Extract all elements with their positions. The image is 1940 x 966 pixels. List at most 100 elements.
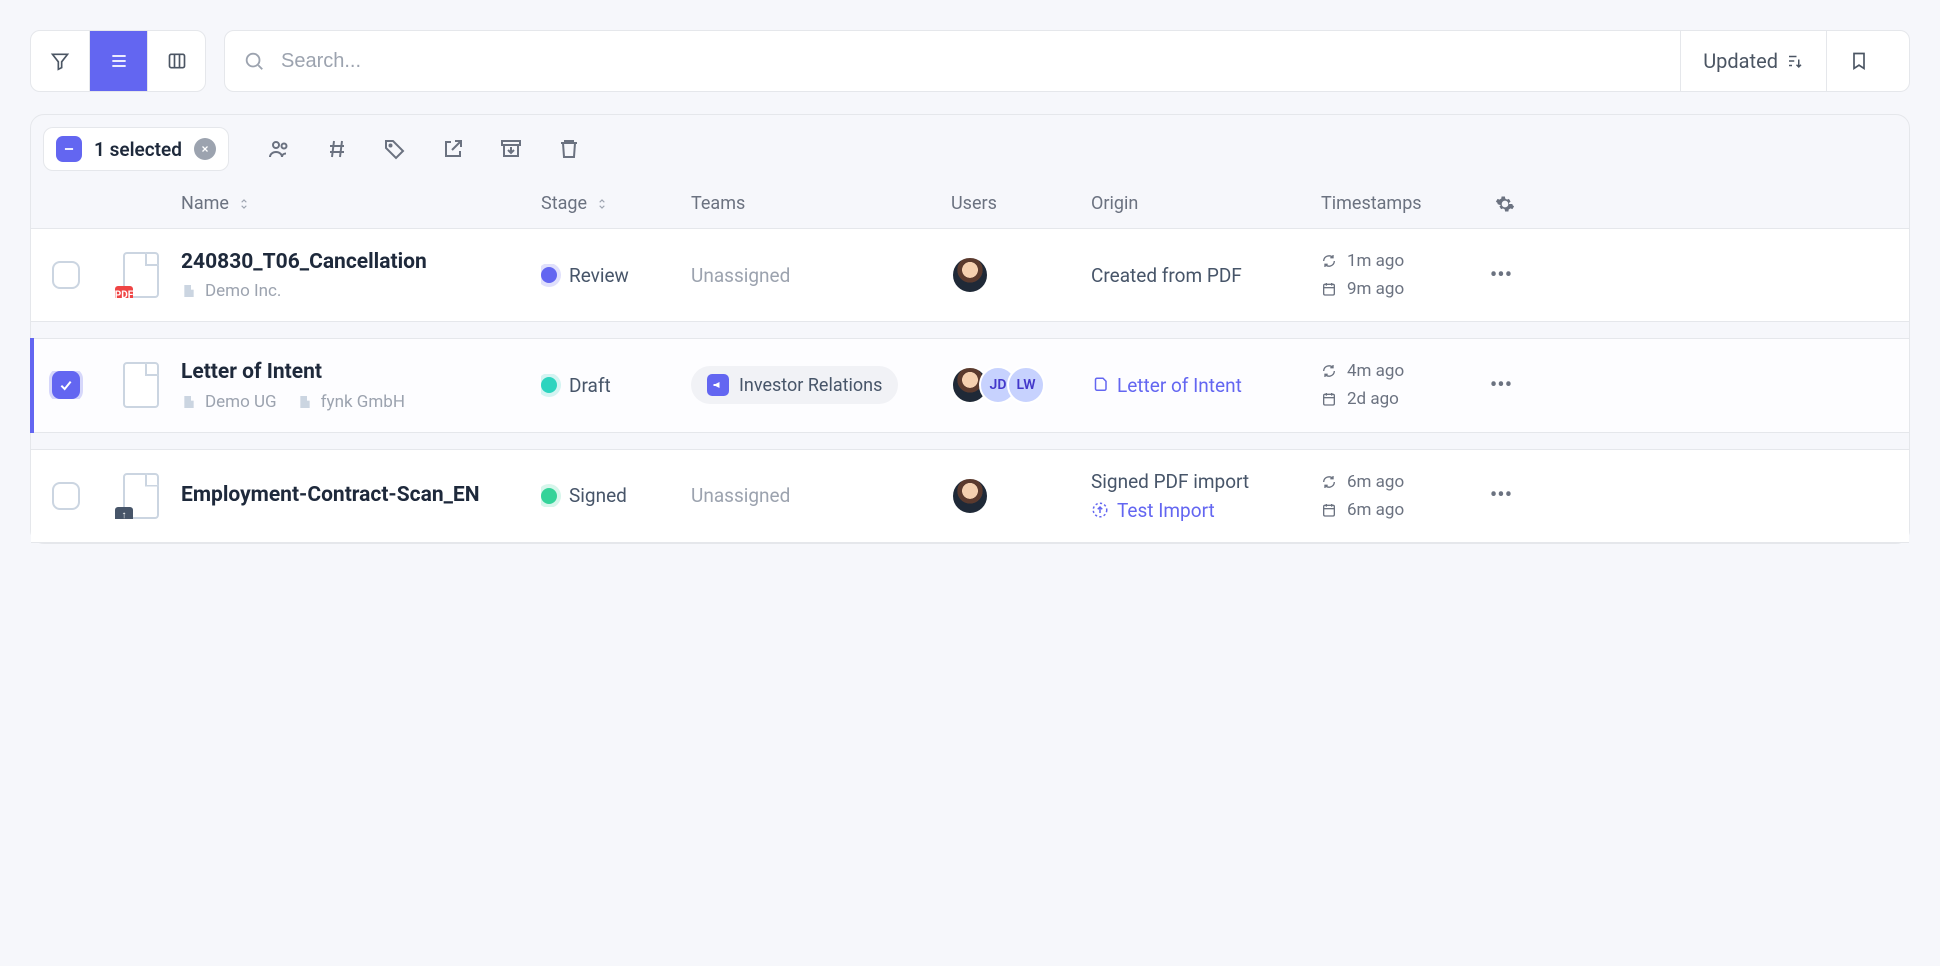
stage-label: Draft: [569, 374, 611, 397]
teams-cell: Unassigned: [691, 264, 951, 287]
bulk-delete-button[interactable]: [557, 137, 581, 161]
refresh-icon: [1321, 363, 1337, 379]
doc-icon: [123, 362, 159, 408]
view-switcher: [30, 30, 206, 92]
column-origin: Origin: [1091, 193, 1321, 214]
doc-title: Employment-Contract-Scan_EN: [181, 482, 541, 508]
avatar[interactable]: LW: [1007, 366, 1045, 404]
stage-cell: Signed: [541, 484, 691, 507]
documents-panel: 1 selected Name Stage Teams Users Origin: [30, 114, 1910, 544]
bookmark-icon: [1849, 51, 1869, 71]
origin-cell: Letter of Intent: [1091, 374, 1321, 397]
import-icon: [1091, 501, 1109, 519]
company-label: Demo UG: [181, 392, 277, 412]
bulk-archive-button[interactable]: [499, 137, 523, 161]
timestamps-cell: 6m ago 6m ago: [1321, 472, 1471, 520]
building-icon: [181, 394, 197, 410]
list-icon: [109, 51, 129, 71]
origin-cell: Signed PDF import Test Import: [1091, 470, 1321, 522]
hash-icon: [325, 137, 349, 161]
table-row[interactable]: Letter of Intent Demo UG fynk GmbH Draft…: [31, 338, 1909, 432]
origin-link[interactable]: Test Import: [1091, 499, 1321, 522]
sort-icon: [595, 197, 609, 211]
external-link-icon: [441, 137, 465, 161]
minus-icon: [62, 142, 76, 156]
sort-label: Updated: [1703, 49, 1778, 73]
row-more-button[interactable]: •••: [1471, 483, 1531, 508]
calendar-icon: [1321, 281, 1337, 297]
table-row[interactable]: PDF 240830_T06_Cancellation Demo Inc. Re…: [31, 228, 1909, 322]
topbar: Updated: [30, 30, 1910, 92]
select-all-checkbox[interactable]: [56, 136, 82, 162]
sort-direction-icon: [1786, 52, 1804, 70]
calendar-icon: [1321, 502, 1337, 518]
board-view-button[interactable]: [147, 31, 205, 91]
upload-badge-icon: ↑: [115, 507, 133, 519]
column-teams: Teams: [691, 193, 951, 214]
teams-cell: Investor Relations: [691, 366, 951, 404]
row-more-button[interactable]: •••: [1471, 263, 1531, 288]
timestamps-cell: 4m ago 2d ago: [1321, 361, 1471, 409]
doc-title: 240830_T06_Cancellation: [181, 249, 541, 275]
column-timestamps: Timestamps: [1321, 193, 1471, 214]
bulk-open-button[interactable]: [441, 137, 465, 161]
selection-pill: 1 selected: [43, 127, 229, 171]
avatar[interactable]: [951, 256, 989, 294]
doc-title: Letter of Intent: [181, 359, 541, 385]
check-icon: [58, 377, 74, 393]
bookmark-button[interactable]: [1826, 30, 1891, 92]
timestamps-cell: 1m ago 9m ago: [1321, 251, 1471, 299]
kanban-icon: [167, 51, 187, 71]
doc-icon: PDF: [123, 252, 159, 298]
column-users: Users: [951, 193, 1091, 214]
stage-label: Signed: [569, 484, 627, 507]
teams-cell: Unassigned: [691, 484, 951, 507]
refresh-icon: [1321, 474, 1337, 490]
gear-icon: [1495, 194, 1515, 214]
calendar-icon: [1321, 391, 1337, 407]
pdf-badge-icon: PDF: [115, 286, 133, 298]
refresh-icon: [1321, 253, 1337, 269]
row-more-button[interactable]: •••: [1471, 373, 1531, 398]
avatar[interactable]: [951, 477, 989, 515]
stage-dot-icon: [541, 267, 557, 283]
sort-icon: [237, 197, 251, 211]
search-input[interactable]: [279, 49, 1680, 74]
document-icon: [1091, 376, 1109, 394]
column-name[interactable]: Name: [181, 193, 541, 214]
clear-selection-button[interactable]: [194, 138, 216, 160]
building-icon: [297, 394, 313, 410]
stage-dot-icon: [541, 488, 557, 504]
list-view-button[interactable]: [89, 31, 147, 91]
megaphone-icon: [707, 374, 729, 396]
stage-label: Review: [569, 264, 629, 287]
bulk-action-bar: 1 selected: [31, 115, 1909, 179]
column-stage[interactable]: Stage: [541, 193, 691, 214]
column-settings-button[interactable]: [1471, 194, 1531, 214]
row-checkbox[interactable]: [52, 261, 80, 289]
x-icon: [200, 144, 210, 154]
bulk-tag-button[interactable]: [383, 137, 407, 161]
sort-dropdown[interactable]: Updated: [1680, 30, 1826, 92]
origin-cell: Created from PDF: [1091, 264, 1321, 287]
users-cell: [951, 477, 1091, 515]
doc-icon: ↑: [123, 473, 159, 519]
table-header: Name Stage Teams Users Origin Timestamps: [31, 179, 1909, 228]
table-row[interactable]: ↑ Employment-Contract-Scan_EN Signed Una…: [31, 449, 1909, 543]
row-checkbox[interactable]: [52, 371, 80, 399]
stage-dot-icon: [541, 377, 557, 393]
team-tag[interactable]: Investor Relations: [691, 366, 898, 404]
filter-button[interactable]: [31, 31, 89, 91]
searchbar: Updated: [224, 30, 1910, 92]
search-icon: [243, 50, 265, 72]
users-cell: [951, 256, 1091, 294]
selection-count-label: 1 selected: [94, 138, 182, 161]
origin-link[interactable]: Letter of Intent: [1091, 374, 1321, 397]
bulk-number-button[interactable]: [325, 137, 349, 161]
users-cell: JD LW: [951, 366, 1091, 404]
bulk-assign-users-button[interactable]: [267, 137, 291, 161]
users-icon: [267, 137, 291, 161]
archive-icon: [499, 137, 523, 161]
stage-cell: Review: [541, 264, 691, 287]
row-checkbox[interactable]: [52, 482, 80, 510]
